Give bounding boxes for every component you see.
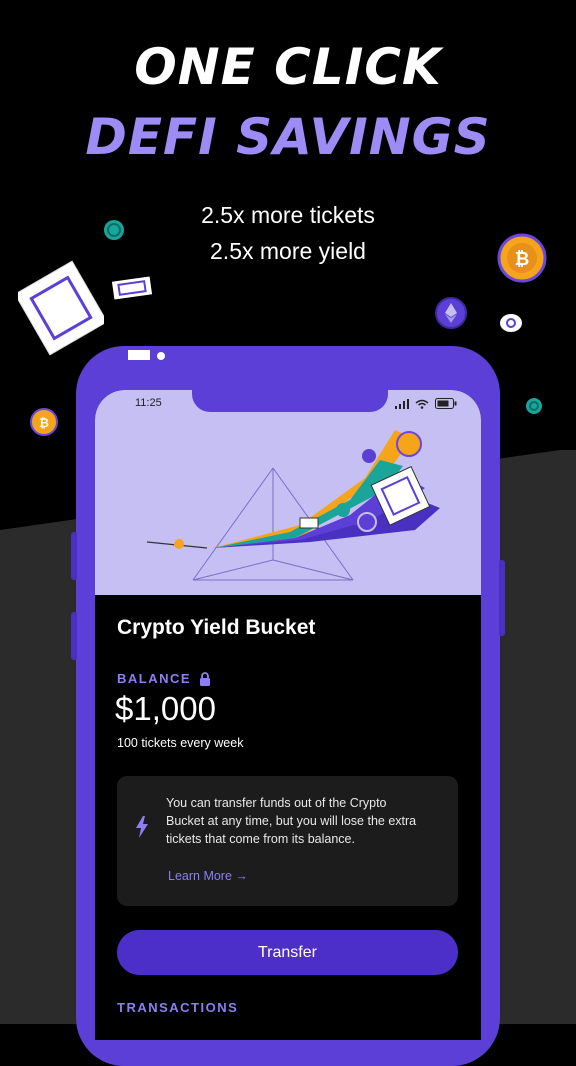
info-text: You can transfer funds out of the Crypto… bbox=[166, 796, 417, 846]
phone-side-button bbox=[71, 532, 77, 580]
battery-icon bbox=[435, 398, 457, 409]
ethereum-coin-icon bbox=[435, 297, 467, 329]
phone-sensor bbox=[128, 350, 150, 360]
hero-illustration: 11:25 bbox=[95, 390, 481, 595]
ticket-icon bbox=[18, 260, 104, 356]
phone-power-button bbox=[499, 560, 505, 636]
signal-icon bbox=[395, 398, 409, 409]
balance-value: $1,000 bbox=[115, 690, 216, 727]
info-box: You can transfer funds out of the Crypto… bbox=[117, 776, 458, 906]
status-time: 11:25 bbox=[135, 397, 162, 409]
svg-text:₿: ₿ bbox=[39, 416, 49, 430]
bucket-title: Crypto Yield Bucket bbox=[117, 616, 316, 639]
svg-text:₿: ₿ bbox=[515, 249, 530, 270]
phone-screen: 11:25 Crypto Yield Bucket BALANCE $1,000… bbox=[95, 390, 481, 1040]
learn-more-link[interactable]: Learn More → bbox=[168, 869, 248, 883]
balance-label: BALANCE bbox=[117, 671, 192, 686]
balance-label-row: BALANCE bbox=[117, 671, 211, 686]
transactions-label: TRANSACTIONS bbox=[117, 1000, 239, 1015]
subheadline-tickets: 2.5x more tickets bbox=[201, 202, 375, 228]
wifi-icon bbox=[415, 399, 429, 409]
phone-notch bbox=[192, 390, 388, 412]
ripple-coin-icon bbox=[500, 314, 522, 332]
coin-teal-icon bbox=[526, 398, 542, 414]
phone-camera bbox=[157, 352, 165, 360]
lock-icon bbox=[200, 671, 211, 686]
lightning-icon bbox=[136, 816, 148, 838]
bitcoin-coin-icon: ₿ bbox=[497, 233, 547, 283]
tickets-per-week: 100 tickets every week bbox=[117, 736, 244, 750]
status-icons bbox=[395, 398, 457, 409]
headline-line1: ONE CLICK bbox=[134, 38, 442, 96]
bitcoin-coin-small-icon: ₿ bbox=[30, 408, 58, 436]
phone-side-button bbox=[71, 612, 77, 660]
yield-chart-illustration bbox=[146, 430, 440, 581]
headline-line2: DEFI SAVINGS bbox=[85, 108, 491, 166]
transfer-button[interactable]: Transfer bbox=[117, 930, 458, 975]
coin-green-icon bbox=[104, 220, 124, 240]
ticket-small-icon bbox=[111, 276, 153, 300]
